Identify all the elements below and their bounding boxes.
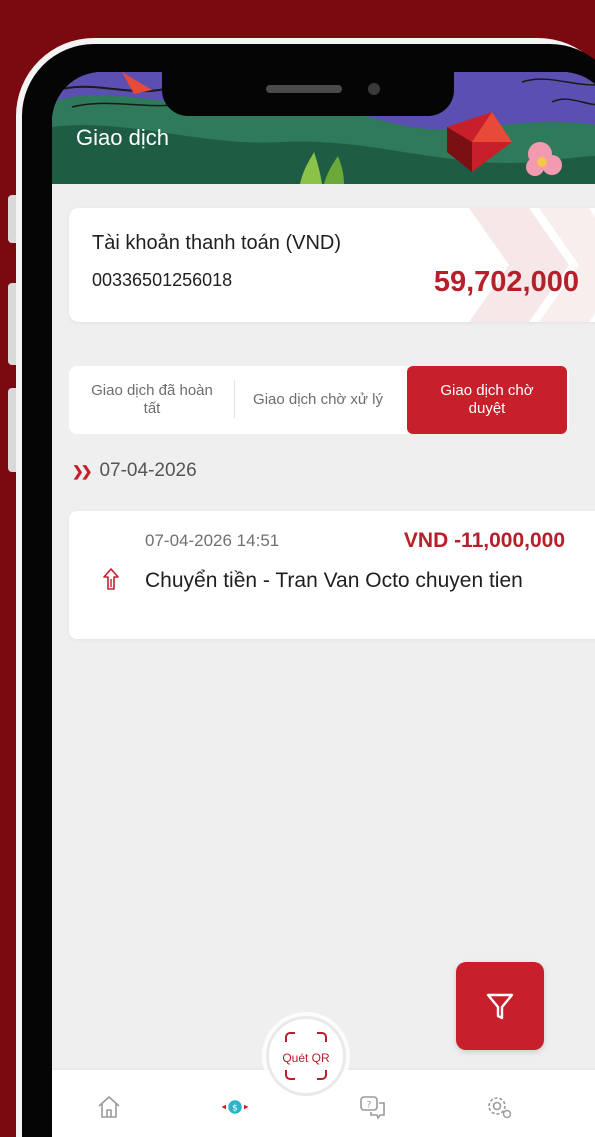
nav-transactions[interactable]: $	[220, 1092, 250, 1122]
transaction-amount: VND -11,000,000	[403, 529, 565, 552]
date-group-label: 07-04-2026	[99, 460, 197, 481]
qr-frame-corner	[285, 1070, 295, 1080]
tab-completed-label: Giao dịch đã hoàn tất	[91, 382, 213, 417]
account-card[interactable]: Tài khoản thanh toán (VND) 0033650125601…	[69, 208, 595, 322]
card-chevron-decoration	[469, 208, 595, 322]
nav-settings[interactable]	[484, 1092, 514, 1122]
scan-qr-button[interactable]: Quét QR	[266, 1016, 346, 1096]
transaction-time: 07-04-2026 14:51	[145, 531, 280, 550]
account-label: Tài khoản thanh toán (VND)	[92, 232, 342, 254]
phone-notch	[162, 72, 454, 116]
nav-home[interactable]	[94, 1092, 124, 1122]
filter-icon	[486, 993, 514, 1020]
account-number: 00336501256018	[92, 270, 233, 290]
qr-frame-corner	[285, 1032, 295, 1042]
tab-pending-label: Giao dịch chờ xử lý	[253, 391, 383, 408]
page-title: Giao dịch	[76, 125, 169, 150]
front-camera	[368, 83, 380, 95]
date-group-header: ❯❯ 07-04-2026	[72, 460, 197, 482]
tab-pending[interactable]: Giao dịch chờ xử lý	[235, 366, 401, 434]
tab-completed[interactable]: Giao dịch đã hoàn tất	[69, 366, 235, 434]
double-chevron-icon: ❯❯	[72, 462, 93, 479]
transfer-out-icon	[101, 567, 121, 591]
transaction-status-tabs: Giao dịch đã hoàn tất Giao dịch chờ xử l…	[69, 366, 569, 434]
qr-frame-corner	[317, 1032, 327, 1042]
transaction-item[interactable]: 07-04-2026 14:51 VND -11,000,000 Chuyển …	[69, 511, 595, 639]
speaker-grille	[266, 85, 342, 93]
svg-text:$: $	[232, 1103, 238, 1113]
account-balance: 59,702,000	[433, 266, 579, 298]
transaction-description: Chuyển tiền - Tran Van Octo chuyen tien	[145, 569, 523, 592]
scan-qr-label: Quét QR	[282, 1051, 330, 1065]
tab-awaiting-approval-label: Giao dịch chờ duyệt	[440, 382, 534, 417]
qr-frame-corner	[317, 1070, 327, 1080]
tab-awaiting-approval[interactable]: Giao dịch chờ duyệt	[407, 366, 567, 434]
svg-text:?: ?	[367, 1101, 372, 1111]
phone-screen: Giao dịch Tài khoản thanh toán (VND) 003…	[52, 72, 595, 1137]
transaction-icon: $	[221, 1100, 249, 1114]
chat-icon: ?	[360, 1096, 385, 1120]
filter-button[interactable]	[456, 962, 544, 1050]
nav-support[interactable]: ?	[358, 1092, 388, 1122]
home-icon	[98, 1096, 120, 1118]
stage: Giao dịch Tài khoản thanh toán (VND) 003…	[0, 0, 595, 1137]
settings-icon	[488, 1097, 512, 1119]
